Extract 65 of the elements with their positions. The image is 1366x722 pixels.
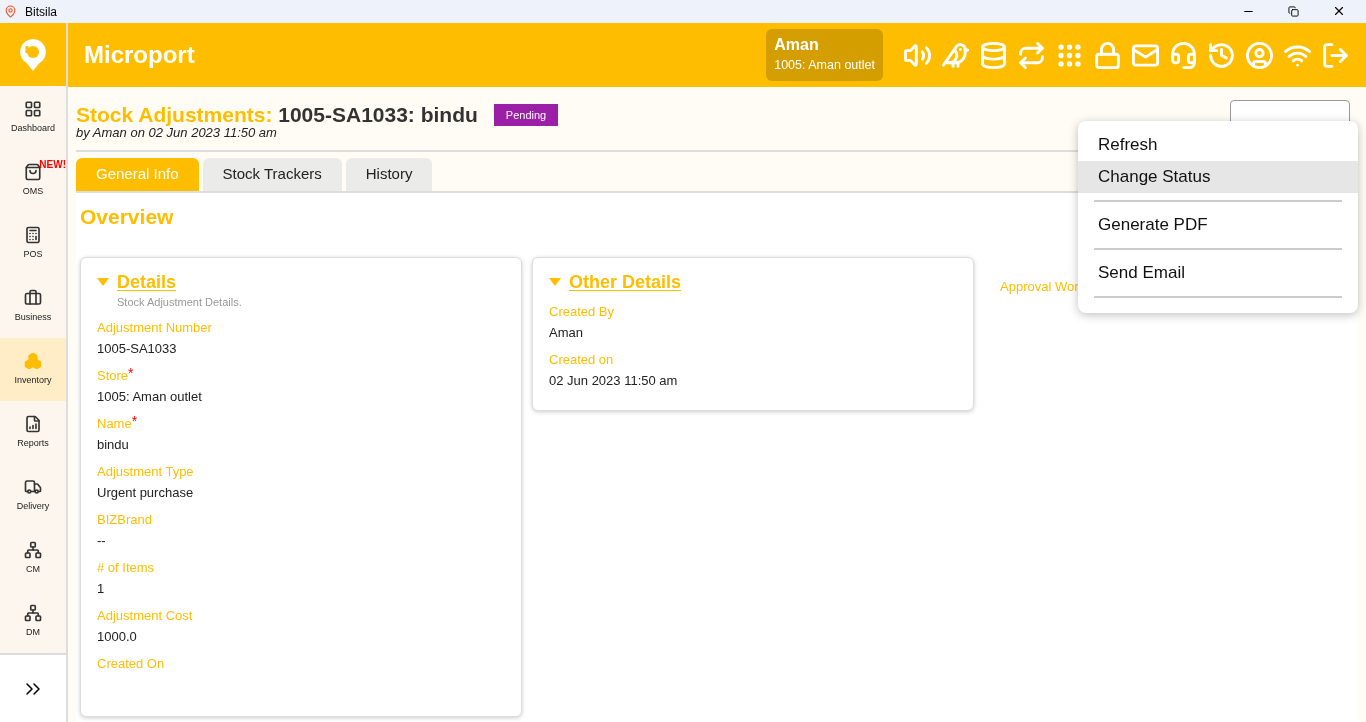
field-label: Created By <box>549 302 615 321</box>
field-label: Name <box>97 415 132 433</box>
field-value: Urgent purchase <box>97 484 195 502</box>
brand-name: Microport <box>84 40 195 70</box>
field-value: 1005: Aman outlet <box>97 388 203 406</box>
lock-icon[interactable] <box>1093 40 1122 70</box>
section-title: Overview <box>80 204 174 230</box>
field-label: Store <box>97 367 129 385</box>
field-value: 1000.0 <box>97 628 138 646</box>
field-label: # of Items <box>97 559 155 577</box>
menu-item[interactable]: Refresh <box>1078 129 1358 161</box>
page-title: Stock Adjustments: 1005-SA1033: bindu <box>76 102 478 128</box>
field-value: bindu <box>97 436 130 454</box>
field-label: Adjustment Cost <box>97 607 193 625</box>
restore-icon[interactable] <box>1288 6 1299 17</box>
menu-item[interactable]: Generate PDF <box>1078 209 1358 241</box>
tab[interactable]: History <box>345 158 433 191</box>
field-value: Aman <box>549 323 584 342</box>
grid-icon <box>24 99 42 118</box>
tab[interactable]: Stock Trackers <box>202 158 342 191</box>
status-badge: Pending <box>493 103 559 126</box>
briefcase-icon <box>24 288 42 307</box>
field-label: Adjustment Type <box>97 463 194 481</box>
truck-icon <box>24 477 42 496</box>
network-icon <box>24 540 42 559</box>
register-icon <box>24 225 42 244</box>
required-mark: * <box>131 414 138 428</box>
sidebar-item[interactable]: CM <box>0 527 66 591</box>
required-mark: * <box>128 366 134 380</box>
report-icon <box>24 414 42 433</box>
sidebar-item[interactable]: DM <box>0 590 66 654</box>
app-icon <box>4 5 17 18</box>
caret-icon[interactable] <box>549 277 561 286</box>
field-label: Adjustment Number <box>97 319 212 337</box>
database-icon[interactable] <box>979 40 1008 70</box>
field-label: BIZBrand <box>97 511 152 529</box>
card-subtitle: Stock Adjustment Details. <box>117 294 242 310</box>
approval-label: Approval Wor <box>1000 277 1079 296</box>
bag-icon <box>24 162 42 181</box>
sidebar-item[interactable]: Business <box>0 275 66 339</box>
bird-icon[interactable] <box>941 40 970 70</box>
new-label: NEW! <box>39 158 66 173</box>
history-icon[interactable] <box>1207 40 1236 70</box>
logout-icon[interactable] <box>1321 40 1350 70</box>
network-icon <box>24 603 42 622</box>
close-icon[interactable] <box>1332 4 1346 18</box>
field-value: 02 Jun 2023 11:50 am <box>549 371 679 390</box>
user-icon[interactable] <box>1245 40 1274 70</box>
sidebar-item[interactable]: POS <box>0 212 66 276</box>
field-value: 1005-SA1033 <box>97 340 178 358</box>
caret-icon[interactable] <box>97 277 109 286</box>
field-label: Created on <box>549 350 614 369</box>
sidebar-item[interactable]: Dashboard <box>0 86 66 150</box>
support-icon[interactable] <box>1169 40 1198 70</box>
sidebar-item[interactable]: Delivery <box>0 464 66 528</box>
sidebar-item[interactable]: Reports <box>0 401 66 465</box>
field-label: Created On <box>97 655 165 673</box>
swap-icon[interactable] <box>1017 40 1046 70</box>
field-value: -- <box>97 532 107 550</box>
window-title: Bitsila <box>25 3 57 21</box>
sidebar-item[interactable]: Inventory <box>0 338 66 402</box>
field-value: 1 <box>97 580 106 598</box>
menu-item[interactable]: Change Status <box>1078 161 1358 193</box>
menu-item[interactable]: Send Email <box>1078 257 1358 289</box>
logo-icon <box>18 36 48 73</box>
